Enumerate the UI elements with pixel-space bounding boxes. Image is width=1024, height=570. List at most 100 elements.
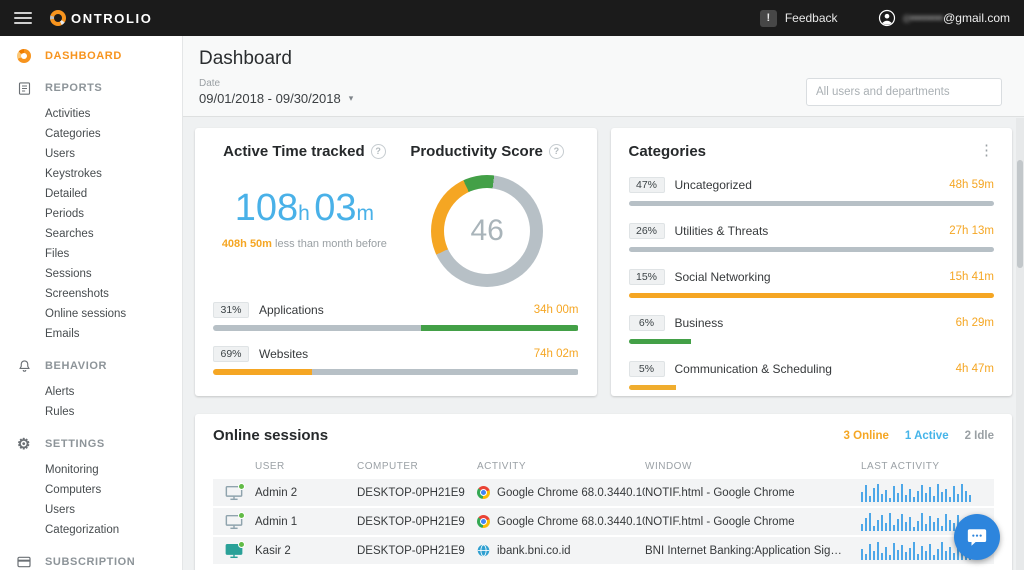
category-bar bbox=[629, 339, 995, 344]
category-row: 47% Uncategorized 48h 59m bbox=[629, 177, 995, 206]
sidebar-item-activities[interactable]: Activities bbox=[0, 104, 182, 124]
category-row: 6% Business 6h 29m bbox=[629, 315, 995, 344]
user-email: c••••••••@gmail.com bbox=[904, 11, 1010, 25]
sidebar-section-behavior[interactable]: BEHAVIOR bbox=[0, 350, 182, 382]
date-range-picker[interactable]: Date 09/01/2018 - 09/30/2018 bbox=[199, 78, 353, 106]
avatar-icon bbox=[878, 9, 896, 27]
active-count[interactable]: 1 Active bbox=[905, 430, 949, 442]
session-window: NOTIF.html - Google Chrome bbox=[645, 487, 861, 499]
help-icon[interactable] bbox=[549, 144, 564, 159]
session-row[interactable]: Admin 2 DESKTOP-0PH21E9 Google Chrome 68… bbox=[213, 479, 994, 508]
productivity-score-title: Productivity Score bbox=[410, 143, 543, 160]
websites-stat-row: 69% Websites 74h 02m bbox=[213, 346, 579, 375]
sidebar-item-categories[interactable]: Categories bbox=[0, 124, 182, 144]
websites-percent-badge: 69% bbox=[213, 346, 249, 362]
chat-bubble-icon bbox=[966, 526, 988, 548]
monitor-icon bbox=[213, 485, 255, 500]
activity-sparkline bbox=[861, 484, 985, 502]
category-bar bbox=[629, 293, 995, 298]
session-activity: Google Chrome 68.0.3440.106 bbox=[497, 516, 645, 528]
category-row: 5% Communication & Scheduling 4h 47m bbox=[629, 361, 995, 390]
sidebar-item-files[interactable]: Files bbox=[0, 244, 182, 264]
session-row[interactable]: Kasir 2 DESKTOP-0PH21E9 ibank.bni.co.id … bbox=[213, 537, 994, 566]
credit-card-icon bbox=[16, 554, 32, 570]
session-window: NOTIF.html - Google Chrome bbox=[645, 516, 861, 528]
session-user: Admin 2 bbox=[255, 487, 357, 499]
chrome-icon bbox=[477, 486, 490, 499]
active-time-delta: 408h 50m less than month before bbox=[213, 238, 396, 250]
productivity-score-value: 46 bbox=[431, 175, 543, 287]
users-filter-input[interactable] bbox=[806, 78, 1002, 106]
categories-card: Categories 47% Uncategorized 48h 59m bbox=[611, 128, 1013, 396]
main-content: Dashboard Date 09/01/2018 - 09/30/2018 bbox=[183, 36, 1024, 570]
sidebar-section-subscription[interactable]: SUBSCRIPTION bbox=[0, 546, 182, 570]
online-count[interactable]: 3 Online bbox=[844, 430, 889, 442]
online-sessions-title: Online sessions bbox=[213, 427, 328, 444]
category-bar bbox=[629, 385, 995, 390]
date-label: Date bbox=[199, 78, 353, 89]
globe-icon bbox=[477, 544, 490, 557]
idle-count[interactable]: 2 Idle bbox=[965, 430, 994, 442]
sessions-status-legend: 3 Online 1 Active 2 Idle bbox=[844, 430, 994, 442]
applications-bar bbox=[213, 325, 579, 331]
sidebar-item-emails[interactable]: Emails bbox=[0, 324, 182, 344]
scrollbar-thumb[interactable] bbox=[1017, 160, 1023, 268]
feedback-label: Feedback bbox=[785, 11, 838, 25]
session-window: BNI Internet Banking:Application Signoff… bbox=[645, 545, 861, 557]
sidebar-item-dashboard[interactable]: DASHBOARD bbox=[0, 40, 182, 72]
help-icon[interactable] bbox=[371, 144, 386, 159]
brand-text: ONTROLIO bbox=[71, 11, 152, 26]
sidebar-section-reports[interactable]: REPORTS bbox=[0, 72, 182, 104]
logo-ring-icon bbox=[50, 10, 66, 26]
session-computer: DESKTOP-0PH21E9 bbox=[357, 516, 477, 528]
applications-stat-row: 31% Applications 34h 00m bbox=[213, 302, 579, 331]
session-activity: Google Chrome 68.0.3440.106 bbox=[497, 487, 645, 499]
report-icon bbox=[16, 80, 32, 96]
sessions-table-header: USER COMPUTER ACTIVITY WINDOW LAST ACTIV… bbox=[213, 456, 994, 479]
sidebar-item-categorization[interactable]: Categorization bbox=[0, 520, 182, 540]
account-menu[interactable]: c••••••••@gmail.com bbox=[878, 9, 1010, 27]
sidebar-item-computers[interactable]: Computers bbox=[0, 480, 182, 500]
websites-bar bbox=[213, 369, 579, 375]
active-time-card: Active Time tracked 108h 03m 408h 50m le… bbox=[195, 128, 597, 396]
sidebar-item-detailed[interactable]: Detailed bbox=[0, 184, 182, 204]
sidebar-item-rules[interactable]: Rules bbox=[0, 402, 182, 422]
session-row[interactable]: Admin 1 DESKTOP-0PH21E9 Google Chrome 68… bbox=[213, 508, 994, 537]
sidebar-item-settings-users[interactable]: Users bbox=[0, 500, 182, 520]
feedback-exclamation-icon bbox=[760, 10, 777, 27]
session-computer: DESKTOP-0PH21E9 bbox=[357, 487, 477, 499]
vertical-scrollbar[interactable] bbox=[1016, 118, 1024, 570]
online-status-dot bbox=[238, 512, 245, 519]
sidebar-item-screenshots[interactable]: Screenshots bbox=[0, 284, 182, 304]
page-title: Dashboard bbox=[199, 48, 1002, 70]
active-time-value: 108h 03m bbox=[213, 187, 396, 230]
chat-button[interactable] bbox=[954, 514, 1000, 560]
monitor-icon bbox=[213, 514, 255, 529]
chevron-down-icon bbox=[349, 93, 354, 104]
brand-logo[interactable]: ONTROLIO bbox=[50, 10, 152, 26]
session-user: Admin 1 bbox=[255, 516, 357, 528]
sidebar-item-online-sessions[interactable]: Online sessions bbox=[0, 304, 182, 324]
sidebar-item-alerts[interactable]: Alerts bbox=[0, 382, 182, 402]
session-computer: DESKTOP-0PH21E9 bbox=[357, 545, 477, 557]
applications-percent-badge: 31% bbox=[213, 302, 249, 318]
sidebar-section-settings[interactable]: ⚙ SETTINGS bbox=[0, 428, 182, 460]
sidebar-item-monitoring[interactable]: Monitoring bbox=[0, 460, 182, 480]
hamburger-menu-icon[interactable] bbox=[14, 12, 32, 24]
sidebar-item-sessions[interactable]: Sessions bbox=[0, 264, 182, 284]
session-user: Kasir 2 bbox=[255, 545, 357, 557]
sidebar-item-periods[interactable]: Periods bbox=[0, 204, 182, 224]
online-status-dot bbox=[238, 541, 245, 548]
category-bar bbox=[629, 201, 995, 206]
online-status-dot bbox=[238, 483, 245, 490]
categories-title: Categories bbox=[629, 143, 707, 160]
app-window: ONTROLIO Feedback c••••••••@gmail.com DA… bbox=[0, 0, 1024, 570]
kebab-menu-icon[interactable] bbox=[979, 143, 994, 158]
feedback-button[interactable]: Feedback bbox=[760, 10, 838, 27]
sidebar: DASHBOARD REPORTS Activities Categories … bbox=[0, 36, 183, 570]
chrome-icon bbox=[477, 515, 490, 528]
online-sessions-card: Online sessions 3 Online 1 Active 2 Idle… bbox=[195, 414, 1012, 570]
sidebar-item-users[interactable]: Users bbox=[0, 144, 182, 164]
sidebar-item-searches[interactable]: Searches bbox=[0, 224, 182, 244]
sidebar-item-keystrokes[interactable]: Keystrokes bbox=[0, 164, 182, 184]
